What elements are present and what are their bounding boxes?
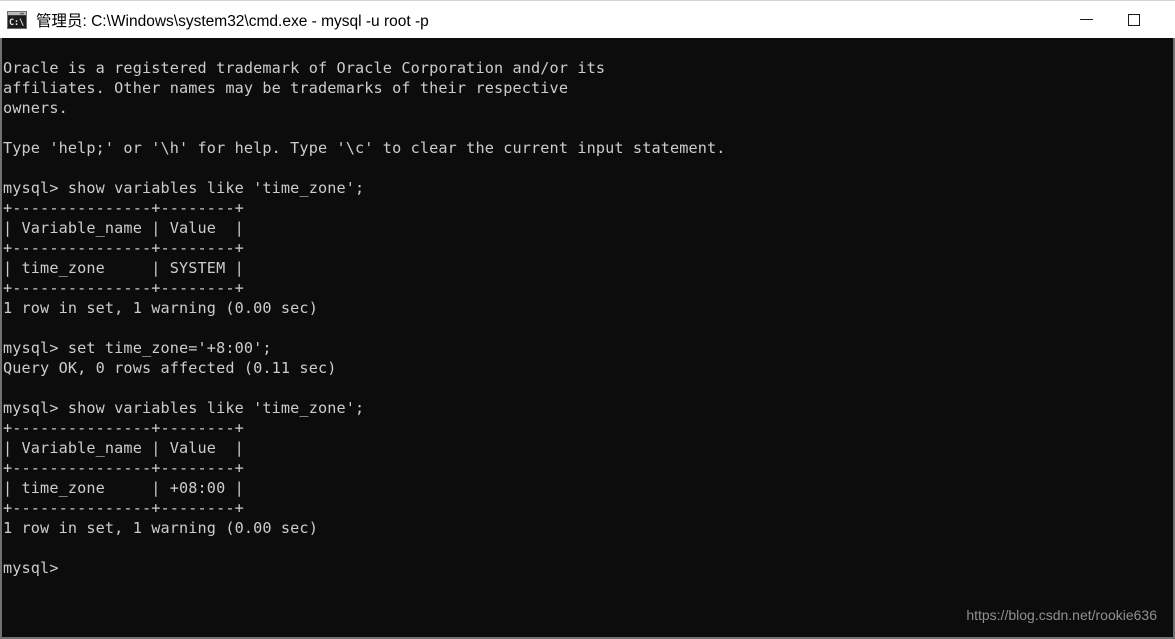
- watermark: https://blog.csdn.net/rookie636: [966, 607, 1157, 623]
- window-controls: [1063, 1, 1175, 39]
- terminal-line: +---------------+--------+: [3, 279, 244, 297]
- terminal-line: | Variable_name | Value |: [3, 219, 244, 237]
- minimize-button[interactable]: [1063, 1, 1110, 39]
- terminal-line: +---------------+--------+: [3, 459, 244, 477]
- terminal-line: Oracle is a registered trademark of Orac…: [3, 59, 606, 77]
- terminal-output[interactable]: Oracle is a registered trademark of Orac…: [2, 58, 1173, 637]
- terminal-line: mysql> set time_zone='+8:00';: [3, 339, 272, 357]
- minimize-icon: [1080, 19, 1093, 20]
- maximize-button[interactable]: [1110, 1, 1157, 39]
- terminal-line: 1 row in set, 1 warning (0.00 sec): [3, 519, 318, 537]
- maximize-icon: [1127, 13, 1140, 26]
- terminal-line: +---------------+--------+: [3, 239, 244, 257]
- cmd-window: C:\ 管理员: C:\Windows\system32\cmd.exe - m…: [0, 0, 1175, 639]
- title-bar[interactable]: C:\ 管理员: C:\Windows\system32\cmd.exe - m…: [0, 0, 1175, 38]
- title-bar-left: C:\ 管理员: C:\Windows\system32\cmd.exe - m…: [0, 9, 1063, 31]
- terminal-line: owners.: [3, 99, 68, 117]
- terminal-line: Type 'help;' or '\h' for help. Type '\c'…: [3, 139, 726, 157]
- terminal-line: +---------------+--------+: [3, 499, 244, 517]
- terminal-line: | Variable_name | Value |: [3, 439, 244, 457]
- svg-text:C:\: C:\: [9, 17, 24, 27]
- console-client-area[interactable]: Oracle is a registered trademark of Orac…: [0, 38, 1175, 639]
- terminal-line: +---------------+--------+: [3, 199, 244, 217]
- terminal-line: mysql>: [3, 559, 59, 577]
- terminal-line: +---------------+--------+: [3, 419, 244, 437]
- terminal-line: | time_zone | SYSTEM |: [3, 259, 244, 277]
- cmd-console-icon: C:\: [7, 10, 27, 29]
- window-title: 管理员: C:\Windows\system32\cmd.exe - mysql…: [36, 12, 429, 30]
- terminal-line: | time_zone | +08:00 |: [3, 479, 244, 497]
- terminal-line: Query OK, 0 rows affected (0.11 sec): [3, 359, 337, 377]
- terminal-line: mysql> show variables like 'time_zone';: [3, 399, 365, 417]
- terminal-line: affiliates. Other names may be trademark…: [3, 79, 569, 97]
- terminal-line: 1 row in set, 1 warning (0.00 sec): [3, 299, 318, 317]
- terminal-line: mysql> show variables like 'time_zone';: [3, 179, 365, 197]
